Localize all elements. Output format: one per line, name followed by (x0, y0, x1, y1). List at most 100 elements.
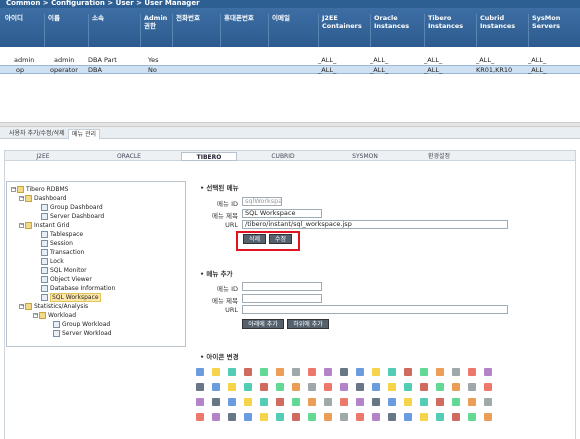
add-name-field[interactable] (242, 294, 322, 303)
palette-icon[interactable] (308, 368, 316, 376)
palette-icon[interactable] (308, 398, 316, 406)
palette-icon[interactable] (212, 398, 220, 406)
palette-icon[interactable] (372, 383, 380, 391)
palette-icon[interactable] (388, 413, 396, 421)
palette-icon[interactable] (356, 398, 364, 406)
tab-sysmon[interactable]: SYSMON (337, 152, 393, 161)
palette-icon[interactable] (484, 383, 492, 391)
palette-icon[interactable] (468, 368, 476, 376)
palette-icon[interactable] (340, 413, 348, 421)
edit-button[interactable]: 수정 (269, 234, 292, 244)
tree-item-session[interactable]: Session (41, 239, 73, 248)
palette-icon[interactable] (356, 413, 364, 421)
palette-icon[interactable] (468, 398, 476, 406)
palette-icon[interactable] (244, 413, 252, 421)
palette-icon[interactable] (244, 383, 252, 391)
palette-icon[interactable] (292, 383, 300, 391)
palette-icon[interactable] (292, 398, 300, 406)
add-id-field[interactable] (242, 282, 322, 291)
palette-icon[interactable] (452, 413, 460, 421)
tree-item-group-workload[interactable]: Group Workload (53, 320, 110, 329)
col-header-mobile[interactable]: 휴대폰번호 (220, 14, 266, 47)
table-row[interactable]: admin admin DBA Part Yes _ALL_ _ALL_ _AL… (0, 56, 580, 65)
tab-user-edit[interactable]: 사용자 추가/수정/삭제 (6, 129, 68, 139)
palette-icon[interactable] (260, 413, 268, 421)
palette-icon[interactable] (212, 383, 220, 391)
palette-icon[interactable] (372, 413, 380, 421)
palette-icon[interactable] (484, 368, 492, 376)
palette-icon[interactable] (436, 413, 444, 421)
palette-icon[interactable] (292, 368, 300, 376)
tree-item-server-dashboard[interactable]: Server Dashboard (41, 212, 104, 221)
tree-item-statistics[interactable]: − Statistics/Analysis (19, 302, 88, 311)
palette-icon[interactable] (484, 413, 492, 421)
palette-icon[interactable] (324, 383, 332, 391)
palette-icon[interactable] (276, 383, 284, 391)
palette-icon[interactable] (356, 368, 364, 376)
tree-item-workload[interactable]: − Workload (33, 311, 76, 320)
tree-item-tablespace[interactable]: Tablespace (41, 230, 83, 239)
collapse-icon[interactable]: − (11, 187, 16, 192)
collapse-icon[interactable]: − (19, 304, 24, 309)
palette-icon[interactable] (436, 383, 444, 391)
col-header-phone[interactable]: 전화번호 (172, 14, 218, 47)
palette-icon[interactable] (388, 398, 396, 406)
palette-icon[interactable] (228, 398, 236, 406)
palette-icon[interactable] (276, 413, 284, 421)
palette-icon[interactable] (308, 413, 316, 421)
col-header-name[interactable]: 이름 (44, 14, 84, 47)
palette-icon[interactable] (244, 368, 252, 376)
palette-icon[interactable] (340, 398, 348, 406)
tree-item-database-information[interactable]: Database Information (41, 284, 115, 293)
palette-icon[interactable] (404, 398, 412, 406)
col-header-tibero[interactable]: Tibero Instances (424, 14, 474, 47)
tree-item-server-workload[interactable]: Server Workload (53, 329, 112, 338)
palette-icon[interactable] (404, 413, 412, 421)
col-header-oracle[interactable]: Oracle Instances (370, 14, 422, 47)
palette-icon[interactable] (260, 398, 268, 406)
tab-menu-manage[interactable]: 메뉴 관리 (68, 129, 100, 139)
palette-icon[interactable] (468, 383, 476, 391)
menu-id-field[interactable]: sqlWorkspace (242, 197, 282, 206)
add-url-field[interactable] (242, 305, 508, 314)
col-header-dept[interactable]: 소속 (88, 14, 138, 47)
palette-icon[interactable] (468, 413, 476, 421)
tree-root[interactable]: − Tibero RDBMS (11, 185, 68, 194)
tree-item-group-dashboard[interactable]: Group Dashboard (41, 203, 103, 212)
tab-settings[interactable]: 환경설정 (411, 152, 467, 161)
palette-icon[interactable] (436, 398, 444, 406)
col-header-cubrid[interactable]: Cubrid Instances (476, 14, 526, 47)
palette-icon[interactable] (228, 383, 236, 391)
menu-name-field[interactable]: SQL Workspace (242, 209, 322, 218)
palette-icon[interactable] (372, 398, 380, 406)
palette-icon[interactable] (388, 368, 396, 376)
palette-icon[interactable] (324, 368, 332, 376)
palette-icon[interactable] (452, 368, 460, 376)
col-header-id[interactable]: 아이디 (2, 14, 40, 47)
palette-icon[interactable] (452, 398, 460, 406)
table-row-selected[interactable]: op operator DBA No _ALL_ _ALL_ _ALL_ KR0… (0, 65, 580, 74)
palette-icon[interactable] (228, 368, 236, 376)
palette-icon[interactable] (484, 398, 492, 406)
collapse-icon[interactable]: − (19, 223, 24, 228)
palette-icon[interactable] (340, 383, 348, 391)
palette-icon[interactable] (196, 383, 204, 391)
tree-item-lock[interactable]: Lock (41, 257, 64, 266)
add-child-button[interactable]: 하위에 추가 (287, 319, 329, 329)
palette-icon[interactable] (436, 368, 444, 376)
tab-tibero[interactable]: TIBERO (181, 152, 237, 161)
palette-icon[interactable] (292, 413, 300, 421)
palette-icon[interactable] (212, 413, 220, 421)
palette-icon[interactable] (244, 398, 252, 406)
col-header-sysmon[interactable]: SysMon Servers (528, 14, 580, 47)
palette-icon[interactable] (196, 413, 204, 421)
col-header-email[interactable]: 이메일 (268, 14, 318, 47)
tree-item-sql-monitor[interactable]: SQL Monitor (41, 266, 87, 275)
palette-icon[interactable] (276, 368, 284, 376)
tab-j2ee[interactable]: J2EE (15, 152, 71, 161)
palette-icon[interactable] (276, 398, 284, 406)
palette-icon[interactable] (388, 383, 396, 391)
palette-icon[interactable] (420, 398, 428, 406)
tree-item-object-viewer[interactable]: Object Viewer (41, 275, 92, 284)
palette-icon[interactable] (340, 368, 348, 376)
